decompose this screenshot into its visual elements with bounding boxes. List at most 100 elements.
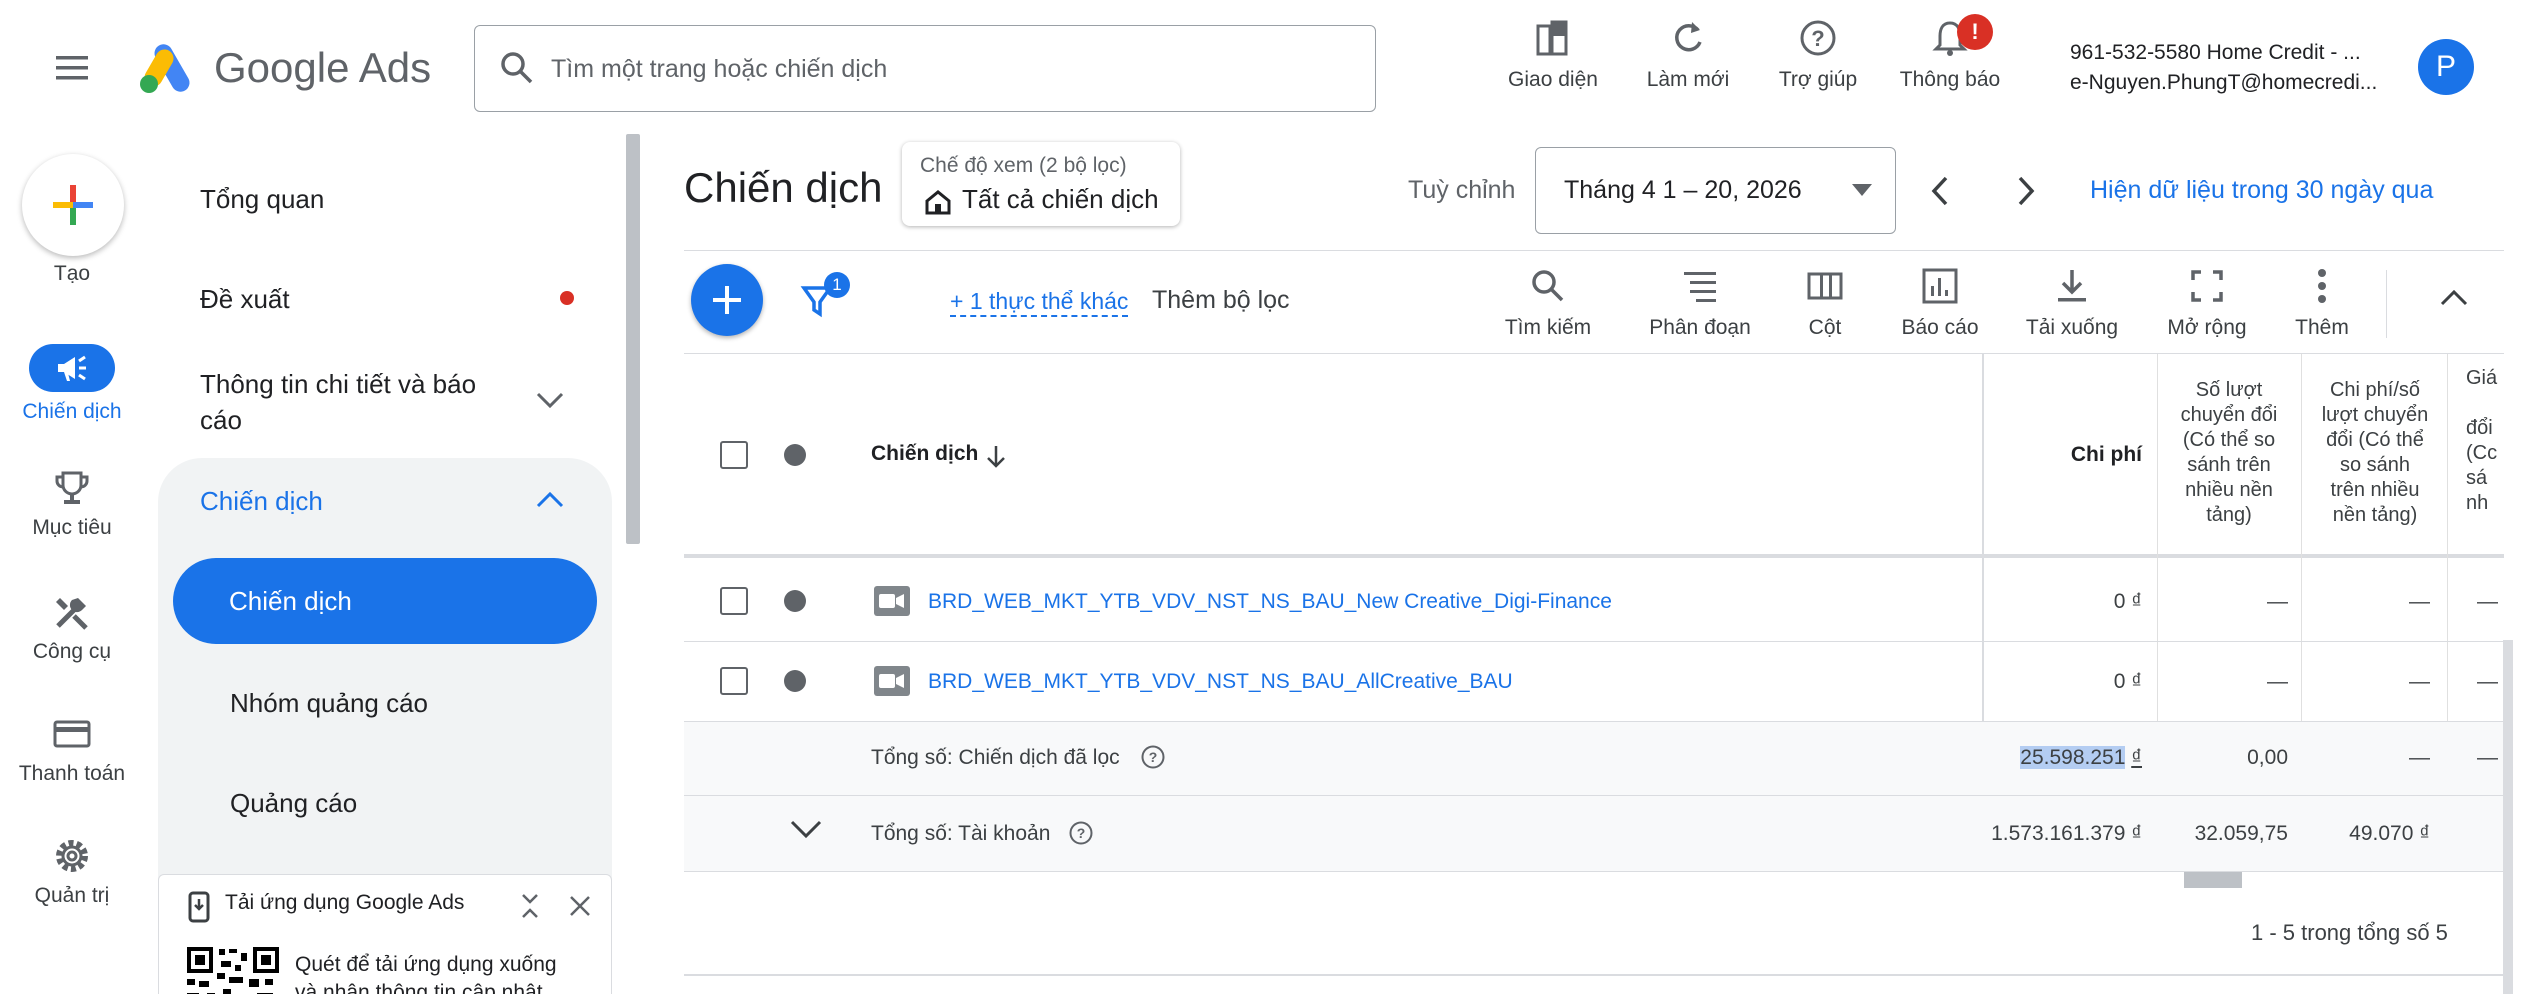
cost-column-header[interactable]: Chi phí <box>2040 442 2142 467</box>
app-download-card: Tải ứng dụng Google Ads Quét để tải ứng … <box>158 874 612 994</box>
phone-download-icon <box>188 891 210 923</box>
page-title: Chiến dịch <box>684 164 883 211</box>
campaign-column-header[interactable]: Chiến dịch <box>871 442 978 466</box>
close-icon[interactable] <box>565 891 595 921</box>
add-filter-button[interactable]: Thêm bộ lọc <box>1152 286 1290 315</box>
nav-sub-ad-groups[interactable]: Nhóm quảng cáo <box>230 688 428 719</box>
rail-item-goals[interactable]: Mục tiêu <box>0 468 144 540</box>
toolbar-more-button[interactable]: Thêm <box>2290 266 2354 340</box>
sort-arrow-down-icon[interactable] <box>984 442 1008 470</box>
app-card-body-line2: và nhận thông tin cập nhật <box>295 981 543 994</box>
conversions-column-header[interactable]: Số lượt chuyển đổi (Có thể so sánh trên … <box>2164 378 2294 528</box>
header-line: Số lượt <box>2195 379 2263 401</box>
paused-status-icon[interactable] <box>784 670 806 692</box>
chevron-right-icon[interactable] <box>2012 174 2040 208</box>
header-line: nền tảng) <box>2332 504 2418 526</box>
segment-icon <box>1684 272 1716 302</box>
search-box[interactable] <box>474 25 1376 112</box>
currency-symbol: ₫ <box>2131 746 2142 769</box>
svg-text:?: ? <box>1077 825 1086 841</box>
main-menu-icon[interactable] <box>50 48 94 88</box>
table-bottom-border <box>684 974 2504 976</box>
collapse-icon[interactable] <box>515 891 545 921</box>
toolbar-search-button[interactable]: Tìm kiếm <box>1496 266 1600 340</box>
account-info[interactable]: 961-532-5580 Home Credit - ... e-Nguyen.… <box>2070 38 2410 98</box>
refresh-label: Làm mới <box>1646 68 1730 91</box>
row-checkbox[interactable] <box>720 667 748 695</box>
rail-item-admin[interactable]: Quản trị <box>0 836 144 908</box>
total-filtered-cpc-cell: — <box>2409 746 2430 769</box>
avatar[interactable]: P <box>2418 39 2474 95</box>
notifications-button[interactable]: ! Thông báo <box>1885 14 2015 108</box>
add-campaign-button[interactable] <box>691 264 763 336</box>
chevron-up-icon[interactable] <box>534 488 566 512</box>
paused-status-icon[interactable] <box>784 590 806 612</box>
app-card-body: Quét để tải ứng dụng xuống và nhận thông… <box>295 951 557 994</box>
view-mode-selector[interactable]: Chế độ xem (2 bộ lọc) Tất cả chiến dịch <box>902 142 1180 226</box>
search-icon <box>1532 270 1564 302</box>
toolbar-divider <box>2386 270 2387 338</box>
help-circle-icon[interactable]: ? <box>1140 744 1166 770</box>
toolbar-download-button[interactable]: Tải xuống <box>2018 266 2126 340</box>
header-line: đổi <box>2466 417 2493 439</box>
select-all-checkbox[interactable] <box>720 441 748 469</box>
toolbar-columns-button[interactable]: Cột <box>1790 266 1860 340</box>
toolbar-expand-button[interactable]: Mở rộng <box>2158 266 2256 340</box>
help-button[interactable]: ? Trợ giúp <box>1753 18 1883 108</box>
create-button[interactable] <box>22 154 124 256</box>
rail-item-campaigns[interactable]: Chiến dịch <box>0 344 144 424</box>
nav-recommendations[interactable]: Đề xuất <box>200 284 290 315</box>
app-card-title: Tải ứng dụng Google Ads <box>225 891 465 914</box>
qr-code-icon <box>187 947 279 994</box>
chevron-down-icon[interactable] <box>534 388 566 412</box>
svg-text:?: ? <box>1811 26 1824 51</box>
nav-campaigns-section[interactable]: Chiến dịch <box>200 486 323 517</box>
create-label: Tạo <box>53 262 91 285</box>
conversion-value-cell: — <box>2477 670 2498 693</box>
header-line: so sánh <box>2339 454 2411 476</box>
cost-per-conversion-column-header[interactable]: Chi phí/số lượt chuyển đổi (Có thể so sá… <box>2306 378 2444 528</box>
total-account-cpc-cell: 49.070 ₫ <box>2349 822 2430 845</box>
toolbar-segment-label: Phân đoạn <box>1649 316 1751 339</box>
horizontal-scrollbar[interactable] <box>2184 872 2242 888</box>
filter-button[interactable]: 1 <box>800 272 852 324</box>
toolbar-expand-label: Mở rộng <box>2167 316 2247 339</box>
brand-name[interactable]: Google Ads <box>214 40 431 96</box>
nav-insights-reports[interactable]: Thông tin chi tiết và báo cáo <box>200 366 476 438</box>
appearance-button[interactable]: Giao diện <box>1488 18 1618 108</box>
status-header-icon <box>784 444 806 466</box>
cost-per-conversion-cell: — <box>2409 590 2430 613</box>
toolbar-reports-button[interactable]: Báo cáo <box>1890 266 1990 340</box>
chevron-left-icon[interactable] <box>1926 174 1954 208</box>
collapse-chevron-up-icon[interactable] <box>2438 286 2470 310</box>
search-input[interactable] <box>551 44 1351 94</box>
appearance-label: Giao diện <box>1508 68 1598 91</box>
toolbar-segment-button[interactable]: Phân đoạn <box>1640 266 1760 340</box>
nav-overview[interactable]: Tổng quan <box>200 184 324 215</box>
nav-sub-ads[interactable]: Quảng cáo <box>230 788 357 819</box>
trophy-icon <box>55 471 89 504</box>
main-vertical-scrollbar[interactable] <box>2503 640 2513 994</box>
more-entities-link[interactable]: + 1 thực thể khác <box>950 288 1129 317</box>
show-30-days-link[interactable]: Hiện dữ liệu trong 30 ngày qua <box>2090 176 2433 205</box>
campaign-name-link[interactable]: BRD_WEB_MKT_YTB_VDV_NST_NS_BAU_New Creat… <box>928 590 1612 614</box>
campaign-name-link[interactable]: BRD_WEB_MKT_YTB_VDV_NST_NS_BAU_AllCreati… <box>928 670 1513 694</box>
row-checkbox[interactable] <box>720 587 748 615</box>
rail-item-tools[interactable]: Công cụ <box>0 592 144 664</box>
expand-chevron-down-icon[interactable] <box>788 816 824 844</box>
date-range-picker[interactable]: Tháng 4 1 – 20, 2026 <box>1535 147 1896 234</box>
conversion-value-column-header[interactable]: Giá đổi (Cc sá nh <box>2466 366 2502 516</box>
help-circle-icon[interactable]: ? <box>1068 820 1094 846</box>
header-line <box>2466 391 2502 416</box>
refresh-button[interactable]: Làm mới <box>1623 18 1753 108</box>
nav-sub-campaigns[interactable]: Chiến dịch <box>173 558 597 644</box>
notifications-label: Thông báo <box>1899 68 2001 91</box>
rail-item-billing[interactable]: Thanh toán <box>0 714 144 786</box>
toolbar-download-label: Tải xuống <box>2025 316 2119 339</box>
nav-scrollbar[interactable] <box>626 134 640 544</box>
columns-icon <box>1807 272 1843 300</box>
more-vert-icon <box>2318 269 2326 303</box>
header-line: chuyển đổi <box>2180 404 2278 426</box>
conversions-cell: — <box>2267 670 2288 693</box>
toolbar-columns-label: Cột <box>1808 316 1842 339</box>
